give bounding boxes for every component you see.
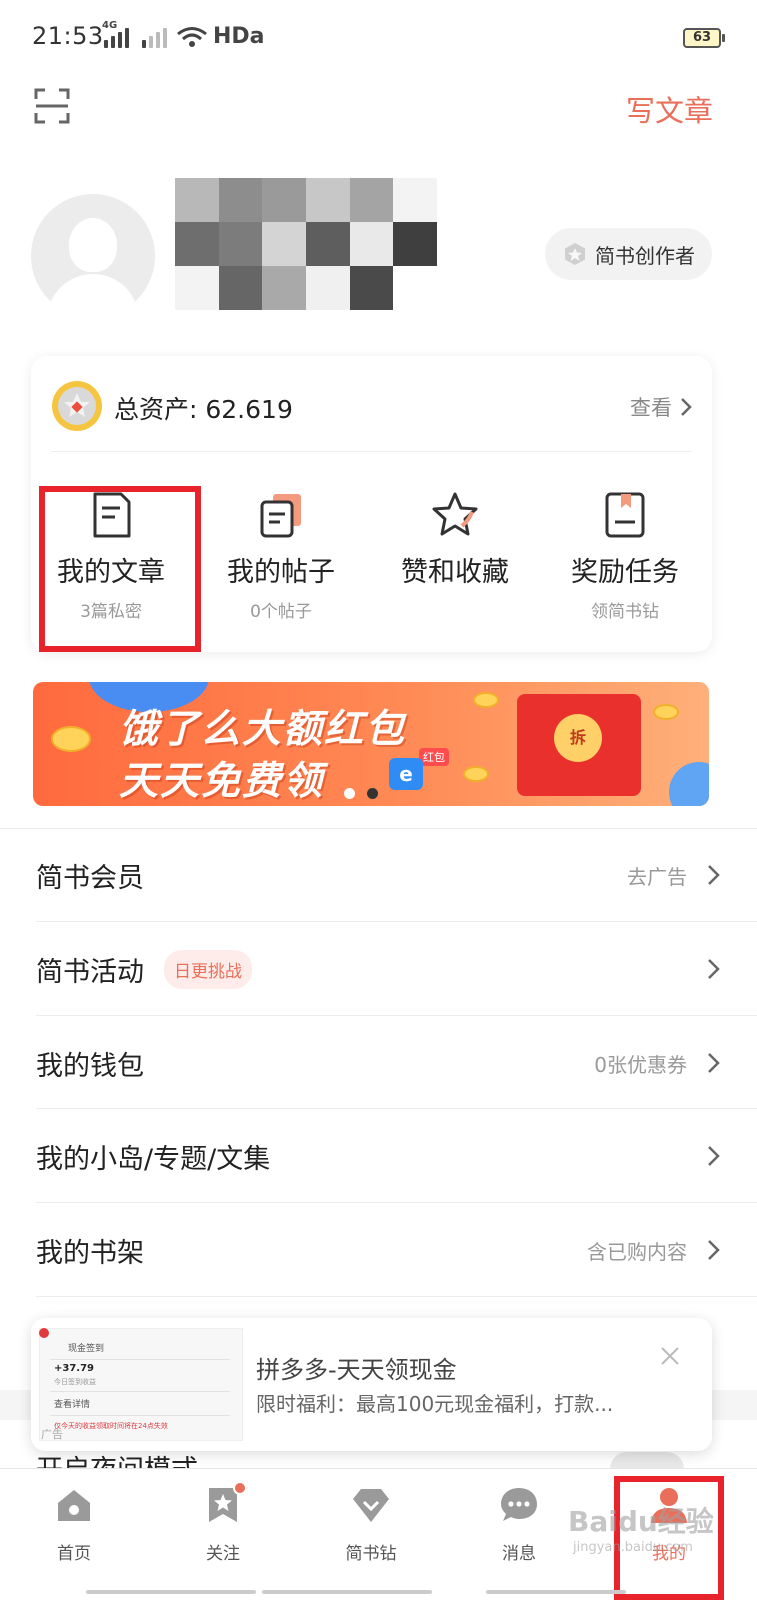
banner-tag: 红包 <box>419 748 449 766</box>
view-assets-link[interactable]: 查看 <box>630 392 692 422</box>
diamond-icon <box>353 1489 389 1522</box>
menu-item-collections[interactable]: 我的小岛/专题/文集 <box>36 1109 721 1203</box>
menu-item-wallet[interactable]: 我的钱包 0张优惠券 <box>36 1016 721 1110</box>
profile-icon <box>651 1488 687 1523</box>
tab-profile[interactable]: 我的 <box>614 1469 724 1569</box>
chevron-right-icon <box>708 1146 720 1166</box>
menu-item-bookshelf[interactable]: 我的书架 含已购内容 <box>36 1203 721 1297</box>
chevron-right-icon <box>708 959 720 979</box>
menu-item-activities[interactable]: 简书活动 日更挑战 <box>36 922 721 1016</box>
default-avatar-icon <box>69 218 117 272</box>
banner-headline: 饿了么大额红包 <box>119 707 407 752</box>
coin-decoration-icon <box>653 704 679 720</box>
write-article-button[interactable]: 写文章 <box>626 88 713 130</box>
pager-dot <box>367 788 378 799</box>
pager-dot <box>344 788 355 799</box>
bottom-nav: 首页 关注 简书钻 消息 我的 <box>0 1468 757 1600</box>
follow-badge-dot <box>233 1481 247 1495</box>
coin-decoration-icon <box>473 692 499 708</box>
signal-no-service-icon <box>142 26 167 48</box>
ad-thumbnail: 现金签到 +37.79 今日签到收益 查看详情 仅今天的收益领取时间将在24点失… <box>39 1328 243 1441</box>
scan-icon[interactable] <box>34 88 70 124</box>
asset-card: 总资产: 62.619 查看 我的文章 3篇私密 我的帖子 0个帖子 赞和收藏 <box>31 356 712 652</box>
pixelated-username[interactable] <box>175 178 437 310</box>
banner-subline: 天天免费领 <box>119 759 325 804</box>
coin-decoration-icon <box>51 726 91 752</box>
tab-follow[interactable]: 关注 <box>168 1469 278 1569</box>
tab-messages[interactable]: 消息 <box>464 1469 574 1569</box>
post-icon <box>260 494 301 538</box>
reward-tasks-button[interactable]: 奖励任务 领简书钻 <box>545 476 705 652</box>
close-icon[interactable] <box>660 1346 680 1366</box>
creator-badge[interactable]: 简书创作者 <box>545 228 712 280</box>
creator-badge-label: 简书创作者 <box>595 243 695 268</box>
battery-icon: 63 <box>683 28 725 48</box>
chevron-right-icon <box>708 1053 720 1073</box>
creator-hexagon-icon <box>565 243 585 265</box>
wifi-icon <box>177 27 207 47</box>
ad-description: 限时福利：最高100元现金福利，打款... <box>256 1392 614 1416</box>
pinduoduo-logo-icon <box>39 1328 49 1338</box>
tab-home[interactable]: 首页 <box>19 1469 129 1569</box>
network-tag: 4G <box>102 20 118 31</box>
my-articles-button[interactable]: 我的文章 3篇私密 <box>31 476 191 652</box>
likes-favorites-button[interactable]: 赞和收藏 <box>375 476 535 652</box>
chevron-right-icon <box>708 1240 720 1260</box>
avatar[interactable] <box>31 194 155 318</box>
my-posts-button[interactable]: 我的帖子 0个帖子 <box>201 476 361 652</box>
chevron-right-icon <box>708 865 720 885</box>
ad-popup[interactable]: 现金签到 +37.79 今日签到收益 查看详情 仅今天的收益领取时间将在24点失… <box>31 1318 712 1451</box>
message-icon <box>501 1488 537 1521</box>
bookmark-book-icon <box>605 492 645 538</box>
banner-pager <box>344 788 378 799</box>
ad-title: 拼多多-天天领现金 <box>256 1356 457 1384</box>
chevron-right-icon <box>681 398 692 416</box>
eleme-logo-icon: e <box>389 758 423 790</box>
total-assets-label: 总资产: 62.619 <box>114 395 293 424</box>
status-time: 21:53 <box>32 22 104 50</box>
tab-diamond[interactable]: 简书钻 <box>316 1469 426 1569</box>
star-icon <box>432 492 478 536</box>
article-icon <box>93 492 131 538</box>
status-bar: 21:53 4G HDa 63 <box>0 0 757 76</box>
coin-decoration-icon <box>463 766 489 782</box>
hd-label: HDa <box>213 24 265 49</box>
daily-challenge-badge: 日更挑战 <box>164 949 252 989</box>
home-icon <box>58 1490 90 1521</box>
signal-4g-icon: 4G <box>102 20 129 48</box>
total-assets-row[interactable]: 总资产: 62.619 查看 <box>31 356 712 452</box>
envelope-seal: 拆 <box>554 714 602 762</box>
menu-item-membership[interactable]: 简书会员 去广告 <box>36 828 721 922</box>
ad-mark: 广告 <box>41 1428 63 1441</box>
coin-icon <box>52 381 102 431</box>
